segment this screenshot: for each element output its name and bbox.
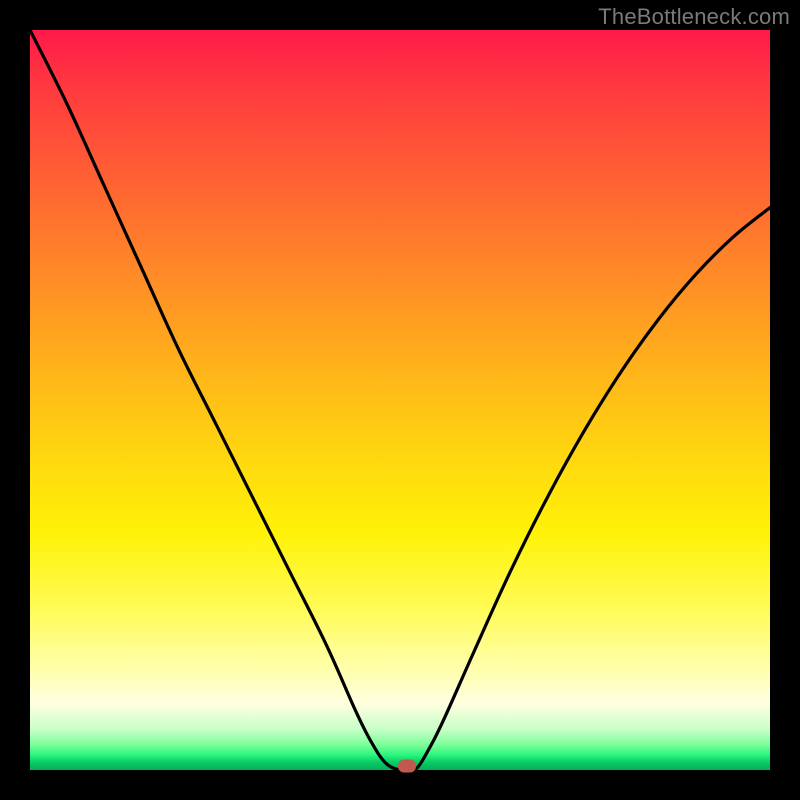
plot-area (30, 30, 770, 770)
bottleneck-curve (30, 30, 770, 770)
chart-frame: TheBottleneck.com (0, 0, 800, 800)
watermark-text: TheBottleneck.com (598, 4, 790, 30)
optimal-point-marker (398, 760, 416, 773)
